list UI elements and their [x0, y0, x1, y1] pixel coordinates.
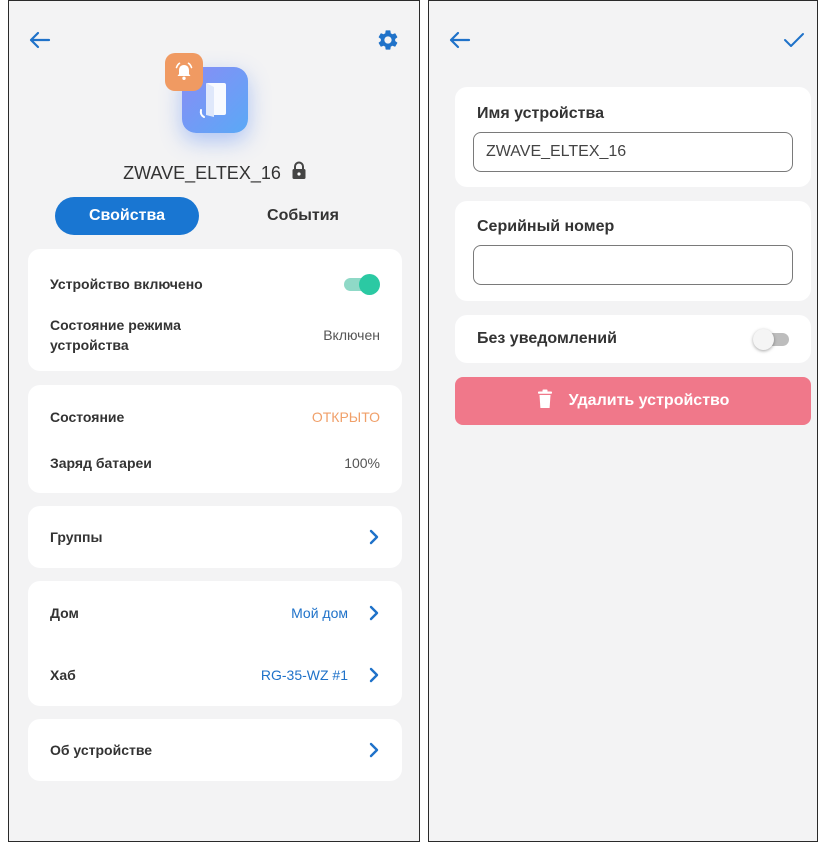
device-avatar: [165, 53, 257, 145]
gear-icon[interactable]: [373, 25, 403, 55]
device-name-heading: ZWAVE_ELTEX_16: [9, 161, 419, 185]
device-enabled-label: Устройство включено: [50, 276, 203, 292]
no-notifications-toggle[interactable]: [753, 329, 789, 350]
battery-value: 100%: [344, 455, 380, 471]
state-value: ОТКРЫТО: [311, 409, 380, 425]
device-name: ZWAVE_ELTEX_16: [123, 162, 281, 183]
device-name-field[interactable]: ZWAVE_ELTEX_16: [473, 132, 793, 172]
device-name-card: Имя устройства ZWAVE_ELTEX_16: [455, 87, 811, 187]
chevron-right-icon: [368, 529, 380, 545]
trash-icon: [537, 389, 553, 414]
lock-icon: [291, 161, 307, 185]
delete-device-button[interactable]: Удалить устройство: [455, 377, 811, 425]
battery-label: Заряд батареи: [50, 455, 152, 471]
mode-state-label: Состояние режима устройства: [50, 317, 181, 353]
bell-alarm-icon: [165, 53, 203, 91]
status-card: Устройство включено Состояние режима уст…: [28, 249, 402, 371]
home-value: Мой дом: [291, 605, 348, 621]
device-name-field-label: Имя устройства: [477, 105, 604, 122]
home-row[interactable]: Дом Мой дом: [50, 601, 380, 625]
location-card: Дом Мой дом Хаб RG-35-WZ #1: [28, 581, 402, 706]
groups-label: Группы: [50, 529, 103, 545]
mode-state-value: Включен: [323, 327, 380, 343]
delete-device-label: Удалить устройство: [568, 392, 730, 409]
device-settings-screen: Имя устройства ZWAVE_ELTEX_16 Серийный н…: [428, 0, 818, 842]
groups-row[interactable]: Группы: [28, 506, 402, 568]
home-label: Дом: [50, 605, 79, 621]
no-notifications-card: Без уведомлений: [455, 315, 811, 363]
no-notifications-label: Без уведомлений: [477, 330, 617, 347]
chevron-right-icon: [368, 742, 380, 758]
chevron-right-icon: [368, 667, 380, 683]
arrow-left-icon[interactable]: [23, 25, 57, 55]
hub-label: Хаб: [50, 667, 76, 683]
tab-properties[interactable]: Свойства: [55, 197, 199, 235]
device-enabled-toggle[interactable]: [344, 274, 380, 295]
state-label: Состояние: [50, 409, 125, 425]
hub-value: RG-35-WZ #1: [260, 667, 348, 683]
check-icon[interactable]: [777, 25, 811, 55]
serial-number-field[interactable]: [473, 245, 793, 285]
serial-number-field-label: Серийный номер: [477, 218, 615, 235]
about-device-row[interactable]: Об устройстве: [28, 719, 402, 781]
device-properties-screen: ZWAVE_ELTEX_16 Свойства События Устройст…: [8, 0, 420, 842]
about-device-label: Об устройстве: [50, 742, 153, 758]
state-card: Состояние ОТКРЫТО Заряд батареи 100%: [28, 385, 402, 493]
tab-events[interactable]: События: [231, 197, 375, 235]
serial-number-card: Серийный номер: [455, 201, 811, 301]
hub-row[interactable]: Хаб RG-35-WZ #1: [50, 663, 380, 687]
arrow-left-icon[interactable]: [443, 25, 477, 55]
chevron-right-icon: [368, 605, 380, 621]
